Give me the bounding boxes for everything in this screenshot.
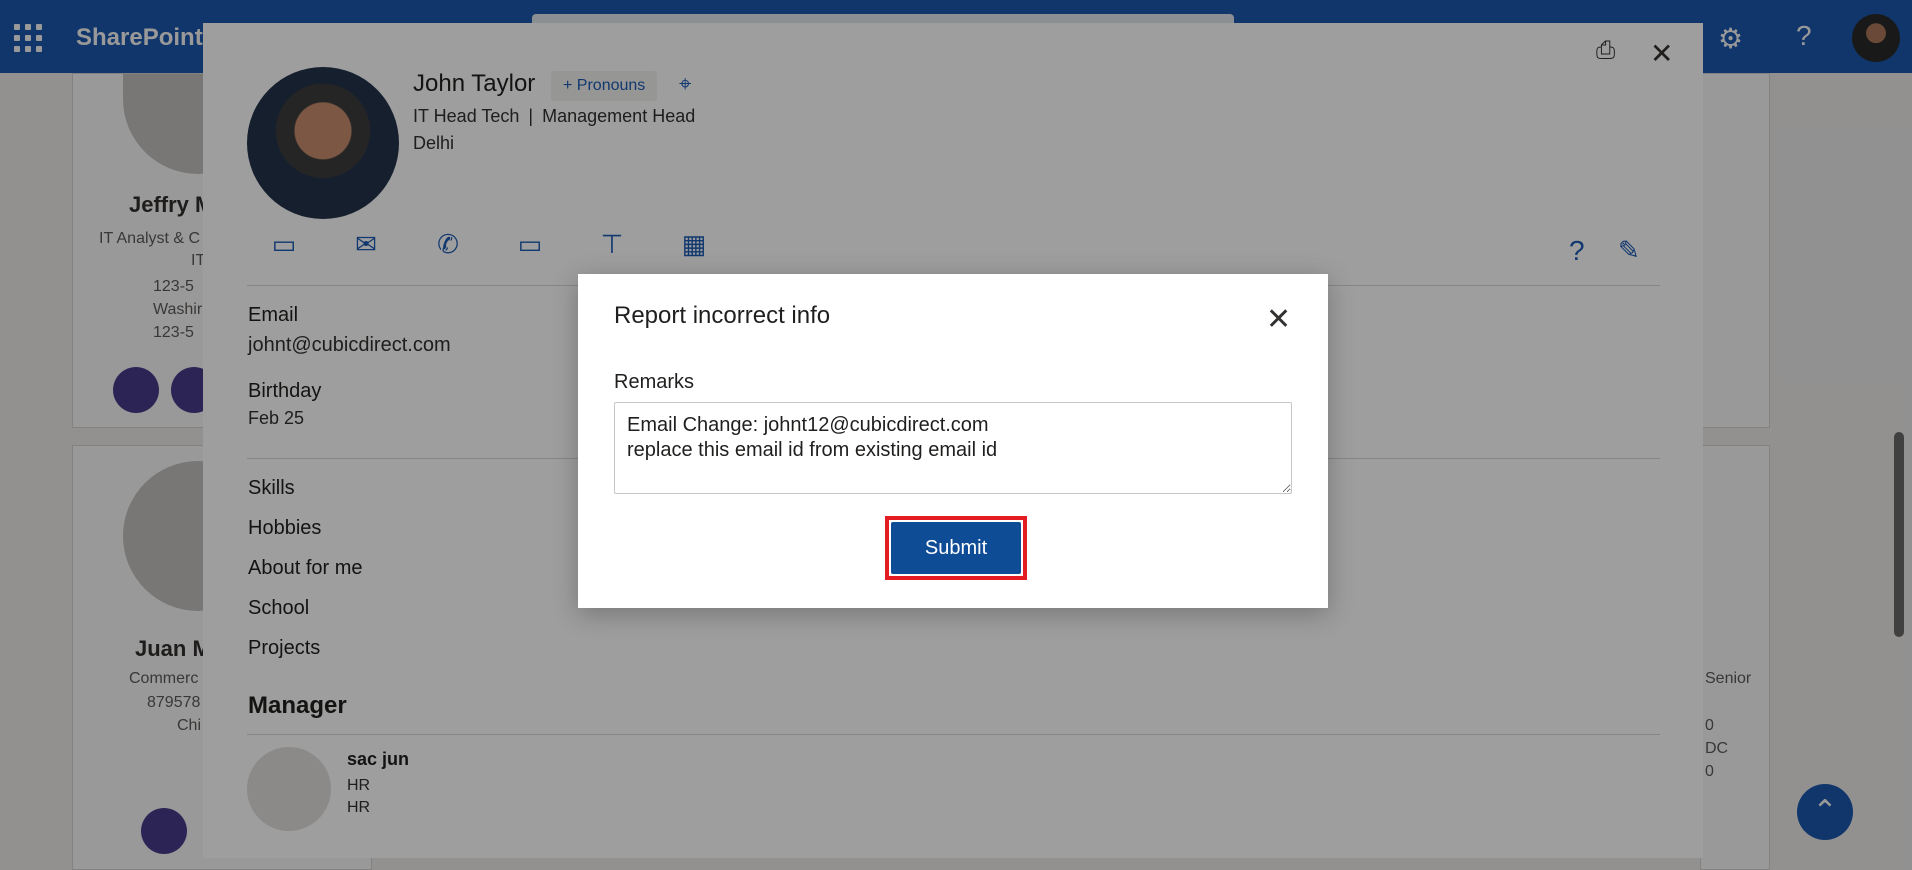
close-icon[interactable]: ✕ — [1266, 302, 1291, 337]
remarks-field[interactable]: Email Change: johnt12@cubicdirect.com re… — [614, 402, 1292, 494]
dialog-title: Report incorrect info — [614, 302, 831, 329]
remarks-label: Remarks — [614, 371, 695, 393]
submit-button[interactable]: Submit — [891, 522, 1021, 574]
report-dialog: Report incorrect info ✕ Remarks Email Ch… — [578, 274, 1328, 608]
